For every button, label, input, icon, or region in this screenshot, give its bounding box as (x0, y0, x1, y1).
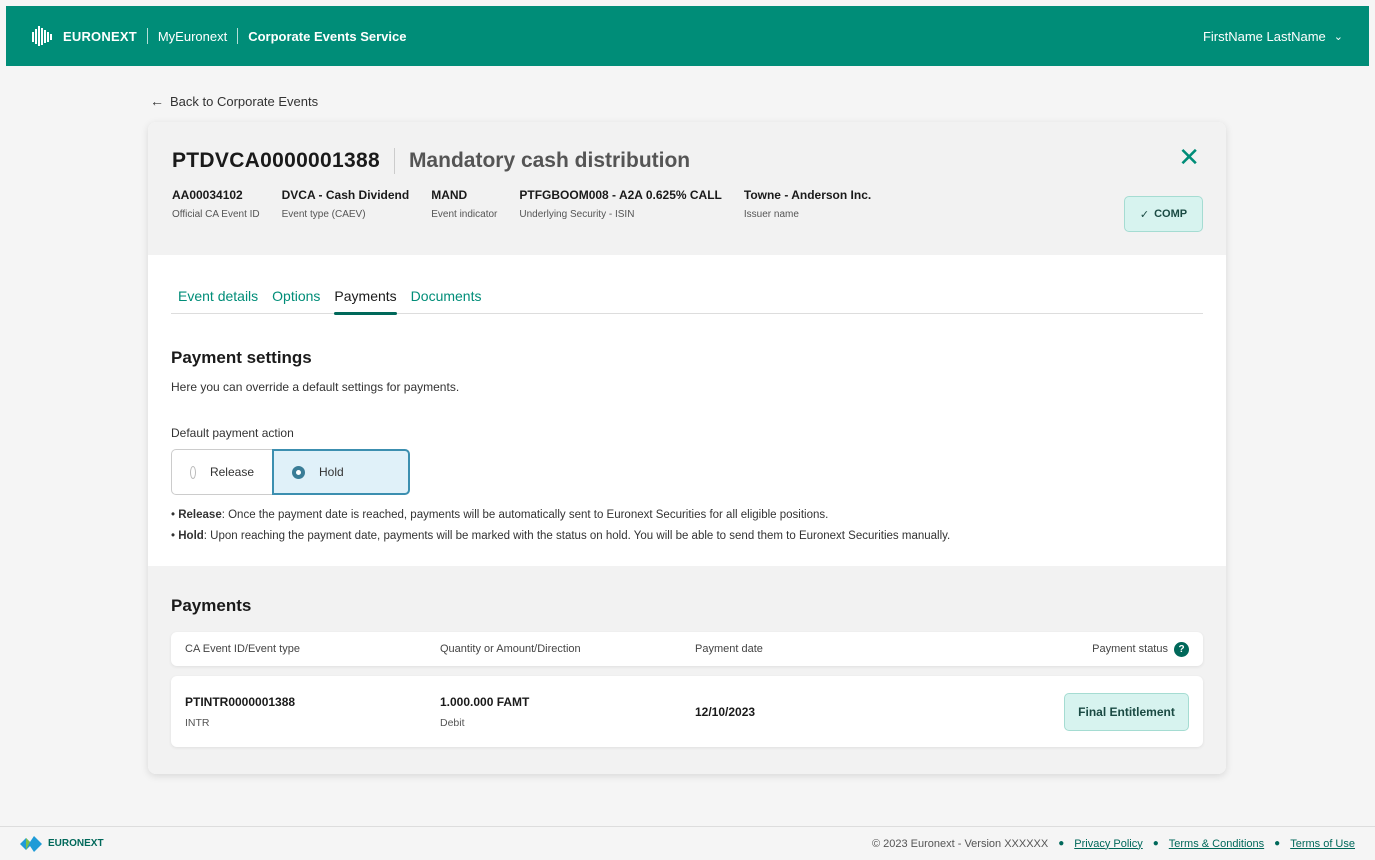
copyright: © 2023 Euronext - Version XXXXXX (871, 837, 1049, 850)
footer: EURONEXT © 2023 Euronext - Version XXXXX… (0, 826, 1375, 860)
event-card: PTDVCA0000001388 Mandatory cash distribu… (148, 122, 1226, 774)
meta-label: Event indicator (431, 209, 498, 220)
payment-settings-heading: Payment settings (171, 348, 312, 367)
service-title: Corporate Events Service (248, 28, 407, 44)
chevron-down-icon: ⌄ (1333, 30, 1343, 43)
radio-checked-icon (292, 465, 305, 479)
event-title: Mandatory cash distribution (408, 149, 691, 172)
meta-value: AA00034102 (172, 188, 243, 202)
footer-links: © 2023 Euronext - Version XXXXXX ● Priva… (872, 838, 1355, 850)
meta-label: Issuer name (743, 209, 799, 220)
privacy-policy-link[interactable]: Privacy Policy (1074, 838, 1142, 850)
radio-label: Hold (319, 465, 344, 479)
user-menu[interactable]: FirstName LastName ⌄ (1203, 29, 1343, 44)
user-name: FirstName LastName (1202, 28, 1326, 44)
back-link[interactable]: ← Back to Corporate Events (150, 93, 318, 109)
meta-event-indicator: MAND Event indicator (431, 188, 497, 220)
tab-payments[interactable]: Payments (334, 288, 397, 315)
divider (393, 148, 395, 174)
status-badge: ✓ COMP (1124, 196, 1203, 232)
footer-brand-name: EURONEXT (48, 838, 104, 849)
meta-event-type: DVCA - Cash Dividend Event type (CAEV) (282, 188, 410, 220)
radio-label: Release (209, 465, 254, 479)
close-icon[interactable]: ✕ (1178, 144, 1200, 170)
euronext-logo-icon (20, 835, 42, 852)
myeuronext-link[interactable]: MyEuronext (158, 29, 227, 44)
bullet-separator: ● (1274, 838, 1281, 849)
back-link-label: Back to Corporate Events (170, 93, 319, 109)
meta-label: Official CA Event ID (172, 209, 260, 220)
tab-bar: Event details Options Payments Documents (171, 255, 1203, 315)
cell-quantity-amount: 1.000.000 FAMT (440, 694, 530, 709)
terms-conditions-link[interactable]: Terms & Conditions (1169, 838, 1264, 850)
meta-label: Event type (CAEV) (281, 209, 366, 220)
meta-underlying-security: PTFGBOOM008 - A2A 0.625% CALL Underlying… (519, 188, 722, 220)
cell-event: PTINTR0000001388 INTR (185, 695, 440, 729)
table-row[interactable]: PTINTR0000001388 INTR 1.000.000 FAMT Deb… (171, 676, 1203, 747)
footer-brand: EURONEXT (20, 835, 104, 852)
divider (146, 28, 148, 44)
terms-of-use-link[interactable]: Terms of Use (1290, 838, 1355, 850)
payment-settings-section: Payment settings Here you can override a… (148, 314, 1226, 542)
check-icon: ✓ (1139, 208, 1150, 221)
event-header: PTDVCA0000001388 Mandatory cash distribu… (148, 122, 1226, 255)
bullet-separator: ● (1152, 838, 1159, 849)
euronext-logo-icon (32, 26, 52, 46)
cell-event-type: INTR (185, 716, 210, 729)
radio-release[interactable]: Release (171, 449, 272, 495)
divider (237, 28, 239, 44)
event-meta: AA00034102 Official CA Event ID DVCA - C… (172, 188, 1202, 220)
cell-payment-date: 12/10/2023 (695, 705, 950, 719)
cell-payment-date-value: 12/10/2023 (695, 704, 756, 719)
help-icon[interactable]: ? (1174, 641, 1189, 657)
meta-value: Towne - Anderson Inc. (743, 188, 872, 202)
meta-value: DVCA - Cash Dividend (281, 188, 410, 202)
payments-table-header: CA Event ID/Event type Quantity or Amoun… (171, 632, 1203, 666)
note-text: : Upon reaching the payment date, paymen… (203, 530, 951, 542)
payments-section: Payments CA Event ID/Event type Quantity… (148, 566, 1226, 774)
radio-unchecked-icon (190, 465, 196, 479)
brand-name: EURONEXT (63, 28, 137, 44)
bullet-separator: ● (1058, 838, 1065, 849)
column-header: CA Event ID/Event type (185, 643, 300, 655)
column-header: Payment status (1092, 643, 1168, 655)
payment-settings-description: Here you can override a default settings… (171, 380, 460, 394)
status-badge-label: COMP (1154, 208, 1188, 220)
payments-heading: Payments (171, 596, 252, 615)
note-term: Hold (178, 530, 204, 542)
cell-quantity: 1.000.000 FAMT Debit (440, 695, 695, 729)
payment-action-radio-group: Release Hold (171, 449, 410, 495)
cell-direction: Debit (440, 716, 465, 729)
tab-documents[interactable]: Documents (411, 288, 482, 313)
payment-action-notes: • Release: Once the payment date is reac… (171, 509, 1203, 542)
default-payment-action-label: Default payment action (171, 426, 294, 440)
note-text: : Once the payment date is reached, paym… (221, 509, 829, 521)
note-hold: • Hold: Upon reaching the payment date, … (171, 530, 951, 542)
column-header-status: Payment status ? (1092, 641, 1189, 657)
arrow-left-icon: ← (150, 93, 164, 109)
radio-hold[interactable]: Hold (272, 449, 410, 495)
payment-status-badge[interactable]: Final Entitlement (1064, 692, 1189, 731)
column-header: Quantity or Amount/Direction (440, 643, 581, 655)
column-header: Payment date (695, 643, 763, 655)
brand[interactable]: EURONEXT (32, 26, 137, 46)
cell-event-id: PTINTR0000001388 (185, 694, 296, 709)
tab-options[interactable]: Options (272, 288, 320, 313)
note-release: • Release: Once the payment date is reac… (171, 509, 829, 521)
top-nav-bar: EURONEXT MyEuronext Corporate Events Ser… (6, 6, 1369, 66)
note-term: Release (178, 509, 222, 521)
event-id: PTDVCA0000001388 (172, 149, 380, 172)
meta-issuer-name: Towne - Anderson Inc. Issuer name (744, 188, 871, 220)
meta-value: MAND (431, 188, 468, 202)
meta-value: PTFGBOOM008 - A2A 0.625% CALL (519, 188, 722, 202)
meta-label: Underlying Security - ISIN (519, 209, 635, 220)
meta-official-id: AA00034102 Official CA Event ID (172, 188, 260, 220)
tab-event-details[interactable]: Event details (178, 288, 258, 313)
